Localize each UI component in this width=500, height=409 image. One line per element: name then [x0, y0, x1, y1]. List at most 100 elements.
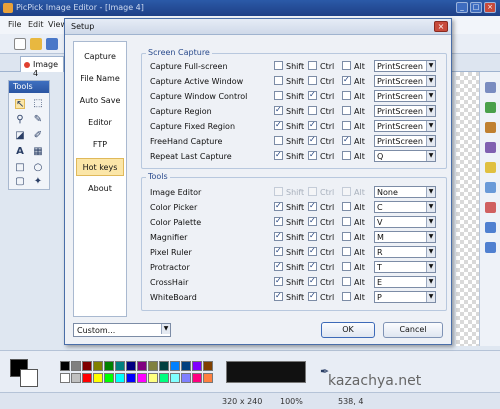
color-swatch[interactable] [159, 373, 169, 383]
alt-checkbox[interactable] [342, 135, 351, 145]
hotkey-key-select[interactable]: PrintScreen ▼ [374, 60, 436, 72]
shift-checkbox[interactable] [274, 150, 283, 160]
brightness-icon[interactable] [485, 162, 496, 173]
pen-icon[interactable]: ✎ [33, 115, 43, 125]
alt-checkbox[interactable] [342, 202, 351, 211]
hotkey-key-select[interactable]: PrintScreen ▼ [374, 105, 436, 117]
crop-icon[interactable] [485, 122, 496, 133]
color-swatch[interactable] [181, 361, 191, 371]
nav-item-file-name[interactable]: File Name [76, 70, 124, 88]
background-color-swatch[interactable] [20, 369, 38, 387]
alt-checkbox[interactable] [342, 91, 351, 100]
color-swatch[interactable] [60, 361, 70, 371]
shift-checkbox[interactable] [274, 105, 283, 115]
color-swatch[interactable] [93, 361, 103, 371]
color-swatch[interactable] [170, 361, 180, 371]
hotkey-key-select[interactable]: M ▼ [374, 231, 436, 243]
rounded-rect-icon[interactable]: ▢ [15, 177, 25, 187]
alt-checkbox[interactable] [342, 75, 351, 85]
ellipse-icon[interactable]: ○ [33, 163, 43, 173]
brush-icon[interactable]: ✐ [33, 131, 43, 141]
color-swatch[interactable] [104, 373, 114, 383]
preset-select[interactable]: Custom... ▼ [73, 323, 171, 337]
hotkey-key-select[interactable]: V ▼ [374, 216, 436, 228]
text-tool-icon[interactable]: A [15, 147, 25, 157]
shift-checkbox[interactable] [274, 201, 283, 211]
color-swatch[interactable] [93, 373, 103, 383]
zoom-icon[interactable]: ⚲ [15, 115, 25, 125]
shift-checkbox[interactable] [274, 187, 283, 196]
shift-checkbox[interactable] [274, 291, 283, 301]
color-swatch[interactable] [148, 373, 158, 383]
nav-item-auto-save[interactable]: Auto Save [76, 92, 124, 110]
color-swatch[interactable] [104, 361, 114, 371]
image-tool-icon[interactable]: ▦ [33, 147, 43, 157]
shift-checkbox[interactable] [274, 91, 283, 100]
alt-checkbox[interactable] [342, 247, 351, 256]
document-tab[interactable]: Image 4 [20, 56, 64, 78]
alt-checkbox[interactable] [342, 292, 351, 301]
hotkey-key-select[interactable]: PrintScreen ▼ [374, 90, 436, 102]
color-swatch[interactable] [137, 373, 147, 383]
ctrl-checkbox[interactable] [308, 276, 317, 286]
alt-checkbox[interactable] [342, 151, 351, 160]
ok-button[interactable]: OK [321, 322, 375, 338]
canvas-area[interactable] [456, 72, 480, 346]
magic-wand-icon[interactable]: ✦ [33, 177, 43, 187]
shift-checkbox[interactable] [274, 120, 283, 130]
save-icon[interactable] [46, 38, 58, 50]
color-swatch[interactable] [137, 361, 147, 371]
alt-checkbox[interactable] [342, 106, 351, 115]
nav-item-capture[interactable]: Capture [76, 48, 124, 66]
color-swatch[interactable] [115, 361, 125, 371]
shift-checkbox[interactable] [274, 246, 283, 256]
shift-checkbox[interactable] [274, 136, 283, 145]
ctrl-checkbox[interactable] [308, 201, 317, 211]
select-arrow-icon[interactable]: ↖ [15, 99, 25, 110]
color-swatch[interactable] [192, 373, 202, 383]
ctrl-checkbox[interactable] [308, 231, 317, 241]
hotkey-key-select[interactable]: PrintScreen ▼ [374, 135, 436, 147]
nav-item-hot-keys[interactable]: Hot keys [76, 158, 124, 176]
menu-file[interactable]: File [8, 20, 21, 29]
shift-checkbox[interactable] [274, 261, 283, 271]
custom-colors-grid[interactable] [226, 361, 306, 383]
alt-checkbox[interactable] [342, 232, 351, 241]
color-swatch[interactable] [203, 361, 213, 371]
nav-item-ftp[interactable]: FTP [76, 136, 124, 154]
hotkey-key-select[interactable]: PrintScreen ▼ [374, 75, 436, 87]
maximize-button[interactable]: □ [470, 2, 482, 13]
ctrl-checkbox[interactable] [308, 216, 317, 226]
color-swatch[interactable] [159, 361, 169, 371]
color-swatch[interactable] [126, 373, 136, 383]
color-swatch[interactable] [192, 361, 202, 371]
ctrl-checkbox[interactable] [308, 291, 317, 301]
hotkey-key-select[interactable]: R ▼ [374, 246, 436, 258]
alt-checkbox[interactable] [342, 121, 351, 130]
rotate-icon[interactable] [485, 242, 496, 253]
hotkey-key-select[interactable]: PrintScreen ▼ [374, 120, 436, 132]
color-swatch[interactable] [203, 373, 213, 383]
shift-checkbox[interactable] [274, 276, 283, 286]
ctrl-checkbox[interactable] [308, 246, 317, 256]
color-swatch[interactable] [115, 373, 125, 383]
alt-checkbox[interactable] [342, 277, 351, 286]
open-folder-icon[interactable] [30, 38, 42, 50]
blur-icon[interactable] [485, 202, 496, 213]
eraser-icon[interactable]: ◪ [15, 131, 25, 141]
menu-edit[interactable]: Edit [28, 20, 44, 29]
resize-icon[interactable] [485, 142, 496, 153]
color-swatch[interactable] [126, 361, 136, 371]
minimize-button[interactable]: _ [456, 2, 468, 13]
nav-item-about[interactable]: About [76, 180, 124, 198]
hotkey-key-select[interactable]: E ▼ [374, 276, 436, 288]
rectangle-icon[interactable]: □ [15, 163, 25, 173]
shift-checkbox[interactable] [274, 61, 283, 70]
alt-checkbox[interactable] [342, 262, 351, 271]
color-swatch[interactable] [71, 373, 81, 383]
ctrl-checkbox[interactable] [308, 61, 317, 70]
ctrl-checkbox[interactable] [308, 76, 317, 85]
effect-icon[interactable] [485, 82, 496, 93]
hotkey-key-select[interactable]: P ▼ [374, 291, 436, 303]
flip-icon[interactable] [485, 222, 496, 233]
